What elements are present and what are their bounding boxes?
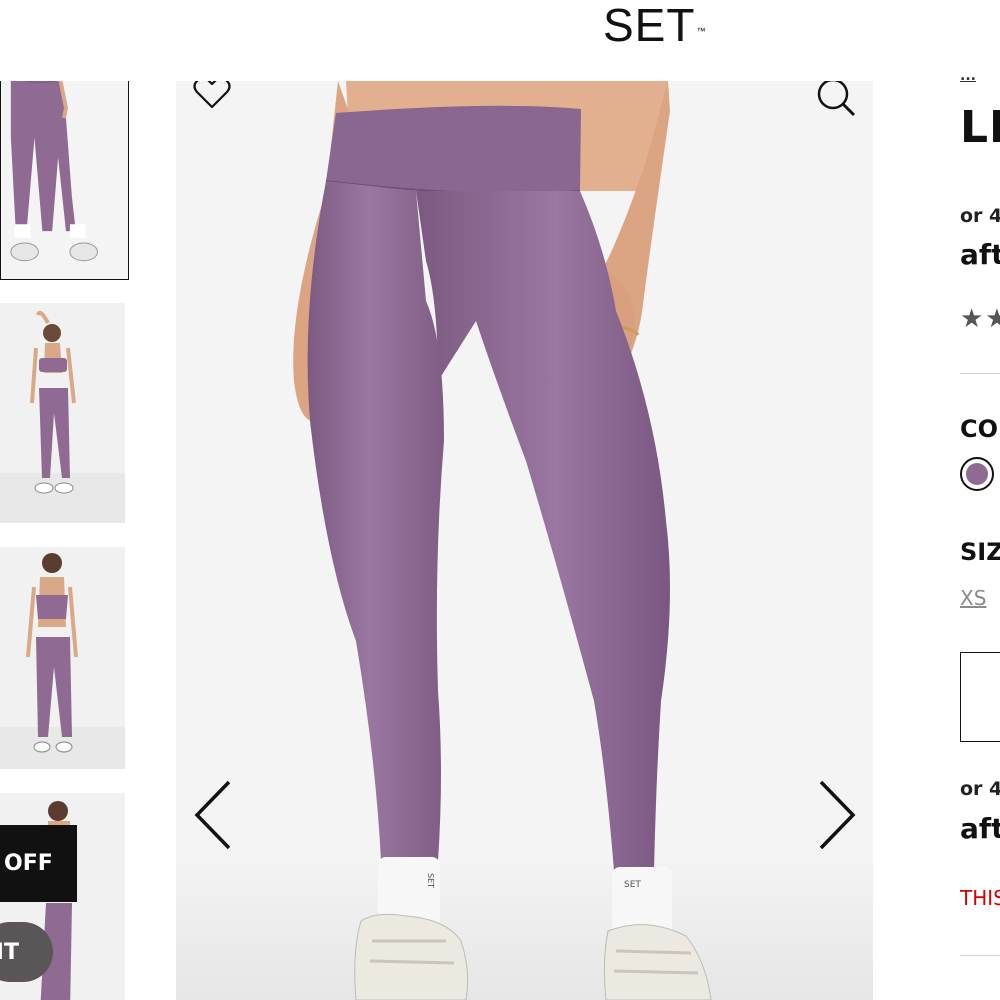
installment-text: or 4 (960, 778, 1000, 800)
search-icon (816, 81, 856, 117)
heart-icon (193, 81, 231, 110)
size-option-xs[interactable]: XS (960, 586, 986, 610)
product-title: LE (960, 102, 1000, 153)
svg-text:SET: SET (624, 880, 641, 890)
stock-notice: THIS (960, 886, 1000, 910)
color-swatch[interactable] (960, 457, 994, 491)
next-image-button[interactable] (812, 775, 862, 855)
color-label: CO (960, 415, 999, 443)
chevron-left-icon (193, 780, 233, 850)
svg-text:SET: SET (426, 873, 435, 888)
product-photo: SET SET (176, 81, 873, 1000)
thumbnail-back-view[interactable] (0, 547, 125, 769)
installment-text: or 4 (960, 205, 1000, 227)
breadcrumb[interactable]: ... (960, 68, 976, 84)
thumbnail-front-top-view[interactable] (0, 303, 125, 523)
favorite-button[interactable] (192, 81, 232, 111)
add-to-cart-button[interactable] (960, 652, 1000, 742)
thumbnail-front-full[interactable] (0, 81, 129, 280)
afterpay-logo[interactable]: aft (960, 238, 1000, 271)
brand-logo[interactable]: SET™ (603, 0, 706, 50)
swatch-fill (966, 463, 988, 485)
thumbnail-image (1, 81, 128, 279)
discount-label: OFF (4, 851, 53, 876)
rating-stars[interactable]: ★★ (960, 304, 1000, 334)
thumbnail-image (0, 547, 125, 769)
thumbnail-image (0, 303, 125, 523)
size-label: SIZI (960, 538, 1000, 566)
promo-pill-label: IT (0, 939, 19, 965)
divider (960, 955, 1000, 956)
previous-image-button[interactable] (188, 775, 238, 855)
zoom-button[interactable] (814, 81, 858, 119)
main-product-image[interactable]: SET SET (176, 81, 873, 1000)
product-details-panel: ... LE or 4 aft ★★ CO SIZI XS or 4 aft T… (960, 60, 1000, 1000)
discount-banner[interactable]: OFF (0, 825, 77, 902)
divider (960, 373, 1000, 374)
chevron-right-icon (817, 780, 857, 850)
afterpay-logo[interactable]: aft (960, 812, 1000, 845)
